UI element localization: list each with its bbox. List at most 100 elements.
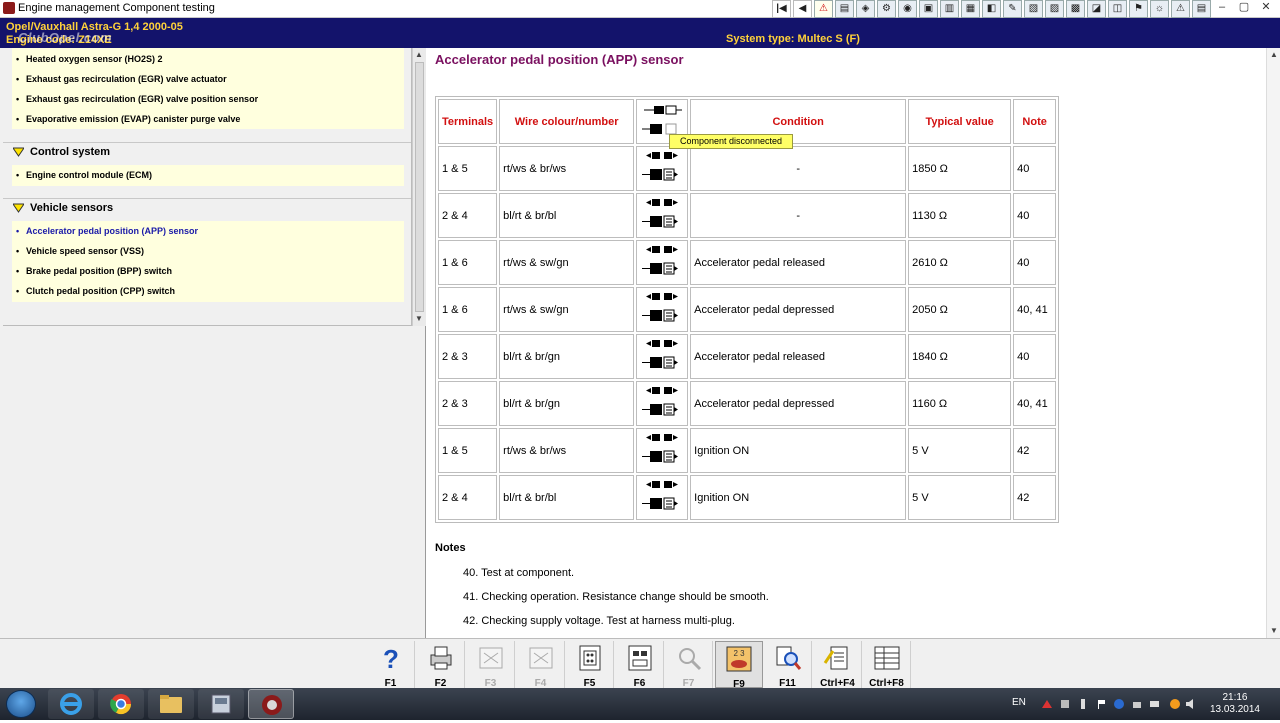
tool-icon-18[interactable]: ▤ xyxy=(1192,0,1211,18)
tree-item-egr-position[interactable]: • Exhaust gas recirculation (EGR) valve p… xyxy=(16,94,258,104)
clock-time: 21:16 xyxy=(1222,692,1248,703)
group-control-system[interactable]: Control system xyxy=(3,142,411,161)
cell-typical-value: 2610 Ω xyxy=(908,240,1012,285)
cell-note: 40 xyxy=(1013,334,1057,379)
tool-icon-12[interactable]: ▩ xyxy=(1066,0,1085,18)
tree-item-ho2s[interactable]: • Heated oxygen sensor (HO2S) 2 xyxy=(16,54,163,64)
usb-icon[interactable] xyxy=(1078,699,1088,709)
cell-wire: bl/rt & br/gn xyxy=(499,334,635,379)
clock-date: 13.03.2014 xyxy=(1209,704,1260,715)
cell-typical-value: 2050 Ω xyxy=(908,287,1012,332)
tool-icon-3[interactable]: ⚙ xyxy=(877,0,896,18)
warning-icon[interactable]: ⚠ xyxy=(814,0,833,18)
tool-icon-11[interactable]: ▨ xyxy=(1045,0,1064,18)
tray-app-icon[interactable] xyxy=(1042,699,1052,709)
cell-wire: bl/rt & br/bl xyxy=(499,193,635,238)
tool-icon-17[interactable]: ⚠ xyxy=(1171,0,1190,18)
tray-icon[interactable] xyxy=(1060,699,1070,709)
tool-icon-8[interactable]: ◧ xyxy=(982,0,1001,18)
tool-icon-1[interactable]: ▤ xyxy=(835,0,854,18)
magnifier-icon xyxy=(678,648,701,671)
flag-icon[interactable] xyxy=(1096,699,1106,709)
tree-item-cpp[interactable]: • Clutch pedal position (CPP) switch xyxy=(16,286,175,296)
fkey-f7-button[interactable]: F7 xyxy=(665,641,713,689)
content-pane: Accelerator pedal position (APP) sensor … xyxy=(427,48,1266,638)
table-row: 2 & 4 bl/rt & br/bl Ignition ON 5 V 42 xyxy=(438,475,1057,520)
cell-terminals: 2 & 3 xyxy=(438,334,498,379)
tool-icon-15[interactable]: ⚑ xyxy=(1129,0,1148,18)
fkey-f5-button[interactable]: F5 xyxy=(566,641,614,689)
first-page-icon[interactable]: |◀ xyxy=(772,0,791,18)
taskbar-autodata[interactable] xyxy=(248,689,294,719)
vehicle-header: Opel/Vauxhall Astra-G 1,4 2000-05 Engine… xyxy=(0,18,1280,48)
network-icon[interactable] xyxy=(1132,699,1142,709)
table-row: 1 & 6 rt/ws & sw/gn Accelerator pedal depr… xyxy=(438,287,1057,332)
fkey-ctrl-f8-button[interactable]: Ctrl+F8 xyxy=(863,641,911,689)
function-key-bar: ? F1 F2 F3 F4 F5 F6 F7 2 3 F9 F11 Ctrl+F4 Ctrl+F8 xyxy=(0,638,1280,690)
cell-condition: - xyxy=(690,193,907,238)
maximize-icon[interactable]: ▢ xyxy=(1234,0,1254,16)
tool-icon-14[interactable]: ◫ xyxy=(1108,0,1127,18)
fkey-f9-button[interactable]: 2 3 F9 xyxy=(715,641,763,690)
tool-icon-2[interactable]: ◈ xyxy=(856,0,875,18)
scroll-down-icon[interactable]: ▼ xyxy=(1270,626,1278,635)
tool-icon-4[interactable]: ◉ xyxy=(898,0,917,18)
tool-icon-5[interactable]: ▣ xyxy=(919,0,938,18)
tree-item-egr-actuator[interactable]: • Exhaust gas recirculation (EGR) valve a… xyxy=(16,74,227,84)
scroll-thumb[interactable] xyxy=(415,62,424,312)
edit-doc-icon xyxy=(823,646,847,670)
tree-item-app-sensor[interactable]: • Accelerator pedal position (APP) sensor xyxy=(16,226,198,236)
fkey-ctrl-f4-button[interactable]: Ctrl+F4 xyxy=(814,641,862,689)
start-button[interactable] xyxy=(6,690,36,718)
taskbar-chrome[interactable] xyxy=(98,689,144,719)
tree-item-bpp[interactable]: • Brake pedal position (BPP) switch xyxy=(16,266,172,276)
cell-terminals: 2 & 4 xyxy=(438,193,498,238)
scroll-up-icon[interactable]: ▲ xyxy=(415,50,423,59)
cell-note: 40, 41 xyxy=(1013,381,1057,426)
tree-item-vss[interactable]: • Vehicle speed sensor (VSS) xyxy=(16,246,144,256)
language-indicator[interactable]: EN xyxy=(1012,697,1026,708)
fkey-f1-button[interactable]: ? F1 xyxy=(367,641,415,689)
chrome-icon xyxy=(110,694,132,715)
scroll-up-icon[interactable]: ▲ xyxy=(1270,50,1278,59)
tool-icon-10[interactable]: ▧ xyxy=(1024,0,1043,18)
close-icon[interactable]: ✕ xyxy=(1256,0,1276,16)
window-controls: – ▢ ✕ xyxy=(1212,0,1276,16)
cell-typical-value: 1840 Ω xyxy=(908,334,1012,379)
tree-item-evap[interactable]: • Evaporative emission (EVAP) canister pu… xyxy=(16,114,240,124)
cell-note: 42 xyxy=(1013,428,1057,473)
bluetooth-icon[interactable] xyxy=(1114,699,1124,709)
taskbar-explorer[interactable] xyxy=(148,689,194,719)
fkey-f6-button[interactable]: F6 xyxy=(616,641,664,689)
update-icon[interactable] xyxy=(1170,699,1180,709)
tool-icon-7[interactable]: ▦ xyxy=(961,0,980,18)
group-vehicle-sensors[interactable]: Vehicle sensors xyxy=(3,198,411,217)
cell-note: 40 xyxy=(1013,146,1057,191)
cell-connector-icon xyxy=(636,240,689,285)
fkey-f4-button[interactable]: F4 xyxy=(517,641,565,689)
volume-icon[interactable] xyxy=(1186,699,1196,709)
vehicle-sensors-box: • Accelerator pedal position (APP) sensor… xyxy=(12,221,404,302)
fkey-f11-button[interactable]: F11 xyxy=(764,641,812,689)
clock[interactable]: 21:16 13.03.2014 xyxy=(1210,692,1260,716)
back-icon[interactable]: ◀ xyxy=(793,0,812,18)
tool-icon-13[interactable]: ◪ xyxy=(1087,0,1106,18)
taskbar-ie[interactable] xyxy=(48,689,94,719)
battery-icon[interactable] xyxy=(1150,699,1160,709)
tool-icon-16[interactable]: ☼ xyxy=(1150,0,1169,18)
cell-condition: Ignition ON xyxy=(690,428,907,473)
tree-item-ecm[interactable]: • Engine control module (ECM) xyxy=(16,170,152,180)
cell-wire: rt/ws & sw/gn xyxy=(499,240,635,285)
tool-icon-6[interactable]: ▥ xyxy=(940,0,959,18)
minimize-icon[interactable]: – xyxy=(1212,0,1232,16)
fkey-f3-button[interactable]: F3 xyxy=(467,641,515,689)
scroll-down-icon[interactable]: ▼ xyxy=(415,314,423,323)
taskbar-app[interactable] xyxy=(198,689,244,719)
table-row: 2 & 3 bl/rt & br/gn Accelerator pedal rele… xyxy=(438,334,1057,379)
cell-typical-value: 1130 Ω xyxy=(908,193,1012,238)
right-scrollbar[interactable]: ▲ ▼ xyxy=(1266,48,1280,638)
left-scrollbar[interactable]: ▲ ▼ xyxy=(412,48,426,326)
tool-icon-9[interactable]: ✎ xyxy=(1003,0,1022,18)
tooltip: Component disconnected xyxy=(669,134,794,149)
fkey-f2-button[interactable]: F2 xyxy=(417,641,465,689)
